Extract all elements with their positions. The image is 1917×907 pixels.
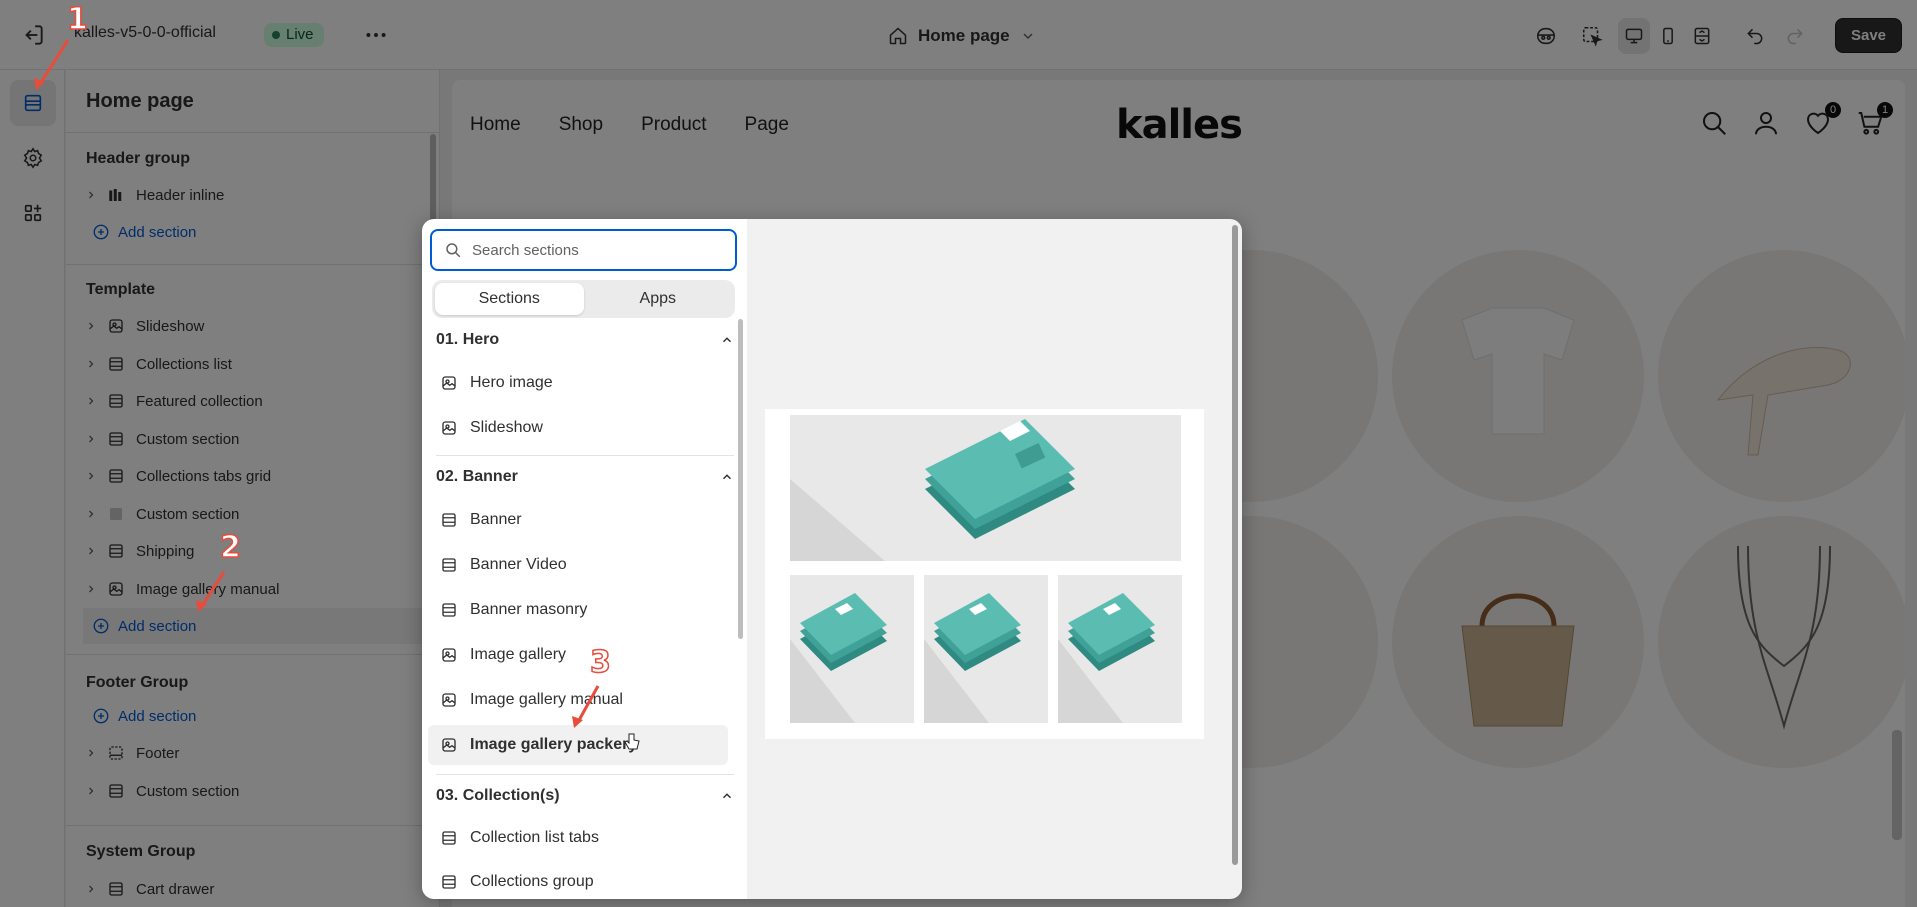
- annotation-step-1: 1: [66, 1, 88, 38]
- annotation-arrows: [34, 39, 600, 728]
- annotation-step-3: 3: [589, 644, 611, 681]
- annotation-step-2: 2: [219, 529, 241, 566]
